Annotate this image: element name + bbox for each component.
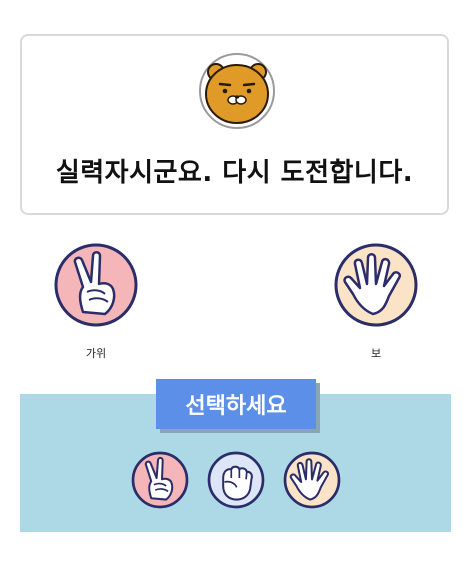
result-card: 실력자시군요. 다시 도전합니다. (20, 34, 449, 215)
computer-hand-label: 보 (370, 347, 382, 360)
paper-choice-button[interactable] (283, 451, 341, 509)
player-hand-label: 가위 (85, 347, 107, 360)
scissors-hand-icon (54, 243, 138, 327)
ryan-avatar-icon (199, 53, 275, 129)
rock-choice-button[interactable] (207, 451, 265, 509)
result-message: 실력자시군요. 다시 도전합니다. (55, 158, 414, 188)
paper-hand-icon (334, 243, 418, 327)
scissors-choice-button[interactable] (131, 451, 189, 509)
select-prompt: 선택하세요 (156, 379, 316, 429)
